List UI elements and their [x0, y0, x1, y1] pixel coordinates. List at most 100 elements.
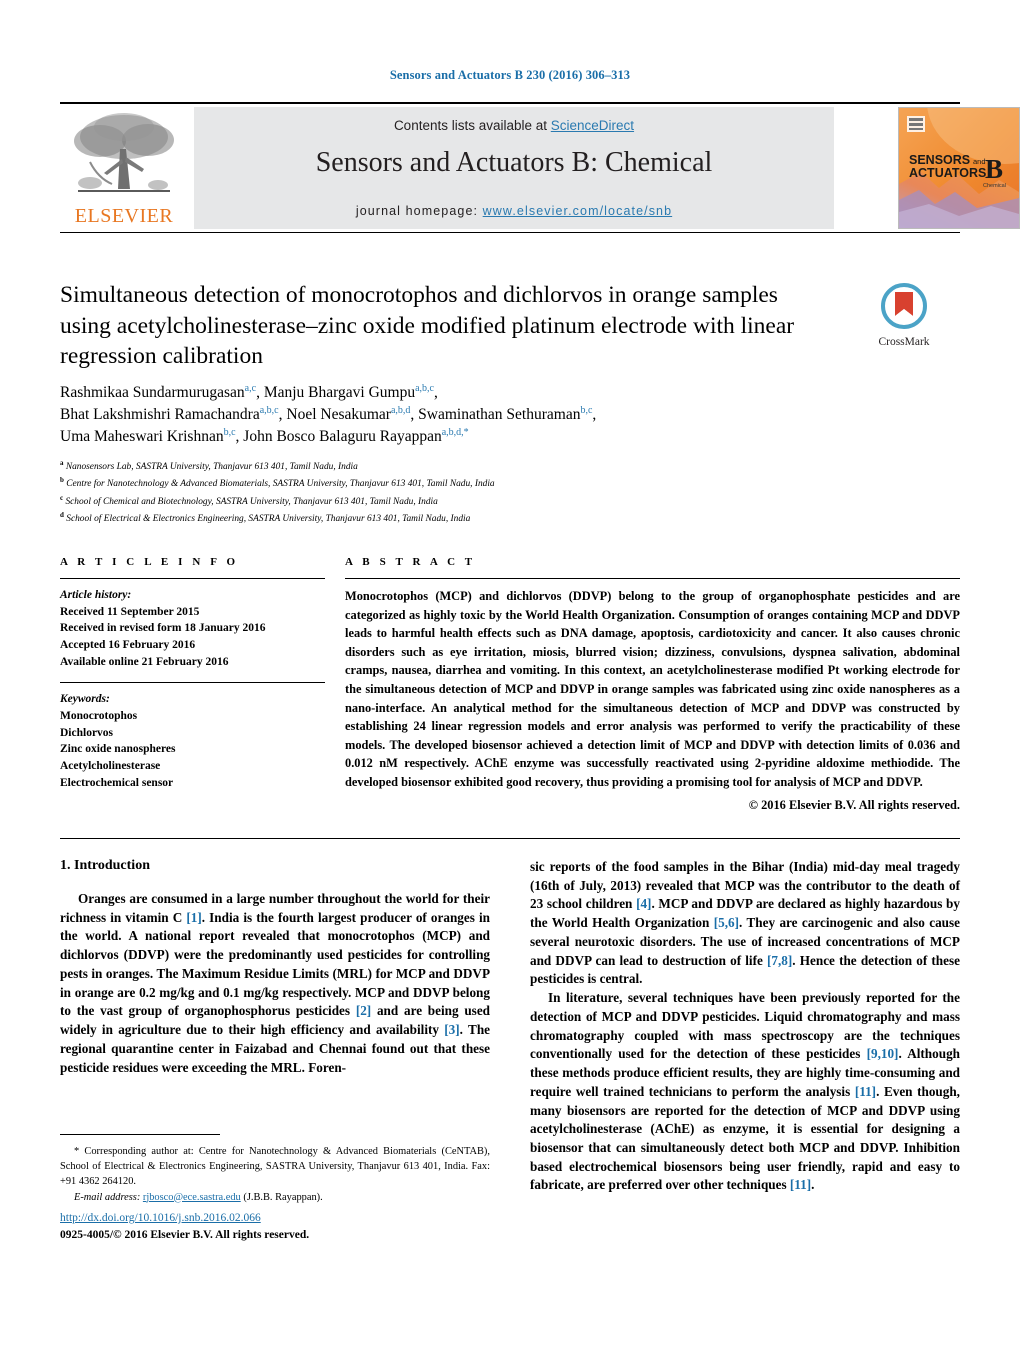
- affiliation-item: a Nanosensors Lab, SASTRA University, Th…: [60, 458, 820, 475]
- author-name: Manju Bhargavi Gumpu: [263, 384, 416, 402]
- author-name: Noel Nesakumar: [286, 406, 391, 424]
- footnote-block: * Corresponding author at: Centre for Na…: [60, 1144, 490, 1205]
- author-name: Uma Maheswari Krishnan: [60, 428, 224, 446]
- author-affil-marks[interactable]: a,b,d,*: [442, 427, 469, 438]
- abstract-panel: A B S T R A C T Monocrotophos (MCP) and …: [345, 556, 960, 813]
- journal-homepage-line: journal homepage: www.elsevier.com/locat…: [194, 204, 834, 218]
- citation-ref[interactable]: [11]: [790, 1177, 811, 1192]
- affiliation-mark: b: [60, 476, 64, 485]
- citation-ref[interactable]: [3]: [444, 1022, 459, 1037]
- sciencedirect-link[interactable]: ScienceDirect: [551, 118, 634, 133]
- doi-link[interactable]: http://dx.doi.org/10.1016/j.snb.2016.02.…: [60, 1212, 261, 1224]
- elsevier-tree-icon: [74, 113, 174, 192]
- article-history-item: Accepted 16 February 2016: [60, 639, 196, 652]
- author-affil-marks[interactable]: a,c: [245, 383, 256, 394]
- keywords-rule: [60, 682, 325, 684]
- author-affil-marks[interactable]: a,b,d: [391, 405, 410, 416]
- body-column-left: 1. Introduction Oranges are consumed in …: [60, 858, 490, 1077]
- journal-homepage-link[interactable]: www.elsevier.com/locate/snb: [483, 204, 673, 218]
- body-separator-rule: [60, 838, 960, 839]
- author-name: John Bosco Balaguru Rayappan: [243, 428, 442, 446]
- body-column-right: sic reports of the food samples in the B…: [530, 858, 960, 1195]
- author-affil-marks[interactable]: b,c: [224, 427, 236, 438]
- masthead-bottom-rule: [60, 232, 960, 233]
- elsevier-logo: ELSEVIER: [60, 107, 188, 229]
- journal-cover-art: SENSORS and ACTUATORS B Chemical: [899, 108, 1019, 228]
- crossmark-badge[interactable]: CrossMark: [848, 283, 960, 348]
- author-entry: Rashmikaa Sundarmurugasana,c,: [60, 383, 264, 402]
- citation-ref[interactable]: [2]: [356, 1003, 371, 1018]
- author-sep: ,: [433, 384, 438, 402]
- contents-available-line: Contents lists available at ScienceDirec…: [194, 118, 834, 133]
- crossmark-label: CrossMark: [878, 336, 930, 348]
- body-paragraph: Oranges are consumed in a large number t…: [60, 891, 491, 1075]
- author-entry: Bhat Lakshmishri Ramachandraa,b,c,: [60, 405, 286, 424]
- email-label: E-mail address:: [74, 1191, 141, 1203]
- affiliation-item: d School of Electrical & Electronics Eng…: [60, 510, 820, 527]
- article-history-item: Received in revised form 18 January 2016: [60, 622, 266, 635]
- abstract-text: Monocrotophos (MCP) and dichlorvos (DDVP…: [345, 589, 960, 790]
- article-info-panel: A R T I C L E I N F O Article history: R…: [60, 556, 325, 791]
- crossmark-icon: [881, 283, 927, 329]
- abstract-rule: [345, 578, 960, 579]
- affiliation-mark: a: [60, 459, 64, 467]
- article-history-label: Article history:: [60, 589, 132, 601]
- author-entry: Manju Bhargavi Gumpua,b,c,: [263, 383, 438, 402]
- author-affil-marks[interactable]: b,c: [580, 405, 592, 416]
- svg-text:ACTUATORS: ACTUATORS: [909, 166, 986, 180]
- author-sep: ,: [256, 384, 264, 402]
- journal-masthead: ELSEVIER Contents lists available at Sci…: [60, 107, 1020, 229]
- email-note: E-mail address: rjbosco@ece.sastra.edu (…: [60, 1190, 490, 1205]
- footer-block: http://dx.doi.org/10.1016/j.snb.2016.02.…: [60, 1210, 490, 1243]
- author-entry: John Bosco Balaguru Rayappana,b,d,*: [243, 427, 469, 446]
- article-history-item: Received 11 September 2015: [60, 605, 200, 618]
- citation-ref[interactable]: [1]: [186, 910, 201, 925]
- author-entry: Uma Maheswari Krishnanb,c,: [60, 427, 243, 446]
- citation-ref[interactable]: [7,8]: [767, 953, 792, 968]
- author-name: Bhat Lakshmishri Ramachandra: [60, 406, 260, 424]
- keywords-label: Keywords:: [60, 693, 110, 706]
- footnote-rule: [60, 1134, 220, 1135]
- article-page: Sensors and Actuators B 230 (2016) 306–3…: [0, 0, 1020, 1351]
- abstract-heading: A B S T R A C T: [345, 556, 476, 568]
- contents-prefix: Contents lists available at: [393, 118, 551, 133]
- homepage-prefix: journal homepage:: [355, 204, 483, 218]
- running-head: Sensors and Actuators B 230 (2016) 306–3…: [389, 68, 631, 82]
- affiliation-text: School of Electrical & Electronics Engin…: [66, 514, 471, 525]
- journal-title: Sensors and Actuators B: Chemical: [315, 147, 713, 178]
- article-info-heading: A R T I C L E I N F O: [60, 556, 239, 568]
- author-name: Swaminathan Sethuraman: [418, 406, 581, 424]
- section-heading-introduction: 1. Introduction: [60, 858, 150, 873]
- author-name: Rashmikaa Sundarmurugasan: [60, 384, 245, 402]
- affiliation-mark: c: [60, 493, 64, 502]
- citation-ref[interactable]: [11]: [855, 1084, 876, 1099]
- page-title: Simultaneous detection of monocrotophos …: [60, 282, 795, 370]
- citation-ref[interactable]: [4]: [636, 896, 651, 911]
- author-list: Rashmikaa Sundarmurugasana,c, Manju Bhar…: [60, 382, 860, 448]
- email-owner: (J.B.B. Rayappan).: [243, 1191, 323, 1203]
- affiliation-item: b Centre for Nanotechnology & Advanced B…: [60, 475, 820, 492]
- citation-ref[interactable]: [9,10]: [867, 1046, 899, 1061]
- affiliation-list: a Nanosensors Lab, SASTRA University, Th…: [60, 458, 820, 527]
- keyword-item: Electrochemical sensor: [60, 776, 174, 789]
- email-link[interactable]: rjbosco@ece.sastra.edu: [143, 1192, 241, 1203]
- body-paragraph: sic reports of the food samples in the B…: [530, 859, 960, 987]
- body-paragraph: In literature, several techniques have b…: [530, 990, 960, 1193]
- corresponding-author-note: * Corresponding author at: Centre for Na…: [60, 1146, 490, 1188]
- top-rule: [60, 102, 960, 104]
- title-block: Simultaneous detection of monocrotophos …: [60, 280, 830, 372]
- citation-ref[interactable]: [5,6]: [714, 915, 739, 930]
- affiliation-text: Nanosensors Lab, SASTRA University, Than…: [65, 462, 358, 473]
- svg-text:Chemical: Chemical: [983, 183, 1006, 189]
- masthead-band: Contents lists available at ScienceDirec…: [194, 107, 834, 229]
- author-entry: Noel Nesakumara,b,d,: [286, 405, 419, 424]
- abstract-copyright: © 2016 Elsevier B.V. All rights reserved…: [748, 797, 960, 812]
- author-affil-marks[interactable]: a,b,c: [415, 383, 434, 394]
- author-sep: ,: [410, 406, 419, 424]
- affiliation-mark: d: [60, 511, 64, 520]
- article-info-rule: [60, 578, 325, 579]
- issn-copyright-line: 0925-4005/© 2016 Elsevier B.V. All right…: [60, 1228, 310, 1241]
- affiliation-text: School of Chemical and Biotechnology, SA…: [65, 496, 438, 507]
- svg-text:and: and: [973, 157, 986, 166]
- author-affil-marks[interactable]: a,b,c: [260, 405, 279, 416]
